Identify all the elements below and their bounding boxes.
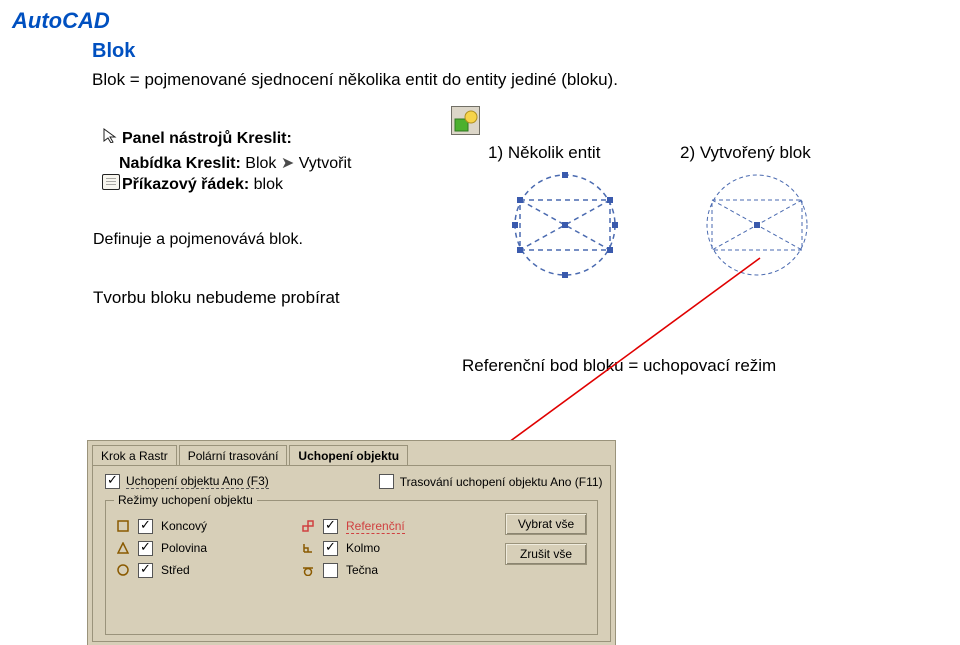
- checkbox-icon[interactable]: [323, 541, 338, 556]
- snap-insertion[interactable]: Referenční: [301, 515, 466, 537]
- snap-tangent[interactable]: Tečna: [301, 559, 466, 581]
- triangle-icon: [116, 541, 130, 555]
- checkbox-icon[interactable]: [138, 519, 153, 534]
- snap-midpoint[interactable]: Polovina: [116, 537, 281, 559]
- top-check-row: Uchopení objektu Ano (F3) Trasování ucho…: [105, 474, 603, 489]
- insertion-icon: [301, 519, 315, 533]
- snap-label: Kolmo: [346, 541, 380, 555]
- check-osnap-on[interactable]: Uchopení objektu Ano (F3): [105, 474, 269, 489]
- snap-label: Střed: [161, 563, 190, 577]
- page: AutoCAD Blok Blok = pojmenované sjednoce…: [0, 0, 960, 645]
- checkbox-icon[interactable]: [138, 541, 153, 556]
- checkbox-icon[interactable]: [379, 474, 394, 489]
- note-text: Tvorbu bloku nebudeme probírat: [93, 288, 340, 308]
- block-toolbar-icon: [451, 106, 480, 135]
- tab-osnap[interactable]: Uchopení objektu: [289, 445, 408, 467]
- select-all-button[interactable]: Vybrat vše: [505, 513, 587, 535]
- block-definition: Blok = pojmenované sjednocení několika e…: [92, 70, 618, 90]
- checkbox-icon[interactable]: [323, 519, 338, 534]
- keyboard-icon: [102, 174, 120, 190]
- group-title: Režimy uchopení objektu: [114, 493, 257, 507]
- menu-val1: Blok: [245, 155, 276, 172]
- menu-line: Nabídka Kreslit: Blok ➤ Vytvořit: [119, 153, 351, 173]
- checkbox-icon[interactable]: [323, 563, 338, 578]
- snap-label: Referenční: [346, 519, 405, 534]
- panel-label: Panel nástrojů Kreslit:: [122, 130, 292, 147]
- figure1-label: 1) Několik entit: [488, 143, 600, 163]
- checkbox-icon[interactable]: [105, 474, 120, 489]
- snap-label: Polovina: [161, 541, 207, 555]
- check-track-on[interactable]: Trasování uchopení objektu Ano (F11): [379, 474, 603, 489]
- command-line: Příkazový řádek: blok: [122, 176, 283, 194]
- tab-polar[interactable]: Polární trasování: [179, 445, 288, 467]
- snap-label: Koncový: [161, 519, 207, 533]
- figure2-label: 2) Vytvořený blok: [680, 143, 811, 163]
- checkbox-icon[interactable]: [138, 563, 153, 578]
- chevron-right-icon: ➤: [281, 155, 299, 172]
- square-icon: [116, 519, 130, 533]
- cursor-icon: [102, 127, 118, 143]
- defines-text: Definuje a pojmenovává blok.: [93, 231, 303, 249]
- check-label: Uchopení objektu Ano (F3): [126, 474, 269, 489]
- app-title: AutoCAD: [12, 8, 110, 34]
- menu-val2: Vytvořit: [299, 155, 352, 172]
- button-group: Vybrat vše Zrušit vše: [505, 513, 587, 565]
- tangent-icon: [301, 563, 315, 577]
- perpendicular-icon: [301, 541, 315, 555]
- snap-perpendicular[interactable]: Kolmo: [301, 537, 466, 559]
- section-title: Blok: [92, 40, 135, 63]
- tab-content: Uchopení objektu Ano (F3) Trasování ucho…: [92, 465, 611, 642]
- clear-all-button[interactable]: Zrušit vše: [505, 543, 587, 565]
- osnap-group: Režimy uchopení objektu Koncový Polovina: [105, 500, 598, 635]
- command-value: blok: [254, 176, 283, 193]
- check-label: Trasování uchopení objektu Ano (F11): [400, 475, 603, 489]
- tab-krok[interactable]: Krok a Rastr: [92, 445, 177, 467]
- command-label: Příkazový řádek:: [122, 176, 249, 193]
- menu-label: Nabídka Kreslit:: [119, 155, 241, 172]
- snap-col-2: Referenční Kolmo Tečna: [301, 515, 466, 581]
- snap-center[interactable]: Střed: [116, 559, 281, 581]
- snap-endpoint[interactable]: Koncový: [116, 515, 281, 537]
- dialog-tabs: Krok a Rastr Polární trasování Uchopení …: [92, 445, 408, 467]
- circle-icon: [116, 563, 130, 577]
- snap-label: Tečna: [346, 563, 378, 577]
- panel-line: Panel nástrojů Kreslit:: [122, 130, 292, 148]
- osnap-dialog: Krok a Rastr Polární trasování Uchopení …: [87, 440, 616, 645]
- snap-col-1: Koncový Polovina Střed: [116, 515, 281, 581]
